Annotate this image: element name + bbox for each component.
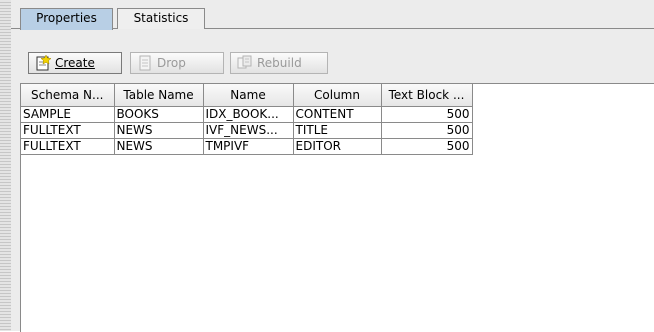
column-header-table-name[interactable]: Table Name <box>114 84 204 107</box>
create-button-label: Create <box>55 56 95 70</box>
table-row[interactable]: FULLTEXT NEWS TMPIVF EDITOR 500 <box>21 138 473 155</box>
drop-button-label: Drop <box>157 56 186 70</box>
cell-table-name: BOOKS <box>114 106 204 123</box>
cell-table-name: NEWS <box>114 122 204 139</box>
column-header-text-block[interactable]: Text Block ... <box>381 84 473 107</box>
create-icon <box>35 54 52 71</box>
drop-icon <box>137 55 153 71</box>
rebuild-button-label: Rebuild <box>257 56 302 70</box>
create-button[interactable]: Create <box>28 52 122 74</box>
cell-table-name: NEWS <box>114 138 204 155</box>
cell-name: IDX_BOOK... <box>203 106 294 123</box>
column-header-column[interactable]: Column <box>293 84 382 107</box>
drop-button[interactable]: Drop <box>130 52 224 74</box>
cell-text-block: 500 <box>381 138 473 155</box>
cell-column: TITLE <box>293 122 382 139</box>
cell-column: EDITOR <box>293 138 382 155</box>
cell-schema: SAMPLE <box>21 106 115 123</box>
column-header-name[interactable]: Name <box>203 84 294 107</box>
rebuild-button[interactable]: Rebuild <box>230 52 328 74</box>
column-header-schema[interactable]: Schema N... <box>21 84 115 107</box>
cell-name: IVF_NEWS... <box>203 122 294 139</box>
cell-column: CONTENT <box>293 106 382 123</box>
cell-schema: FULLTEXT <box>21 122 115 139</box>
tab-statistics[interactable]: Statistics <box>117 8 205 29</box>
rebuild-icon <box>237 55 253 71</box>
table-row[interactable]: FULLTEXT NEWS IVF_NEWS... TITLE 500 <box>21 122 473 139</box>
cell-text-block: 500 <box>381 106 473 123</box>
cell-text-block: 500 <box>381 122 473 139</box>
tab-properties[interactable]: Properties <box>20 8 113 30</box>
cell-name: TMPIVF <box>203 138 294 155</box>
indexes-table: Schema N... Table Name Name Column Text … <box>20 83 654 332</box>
cell-schema: FULLTEXT <box>21 138 115 155</box>
table-row[interactable]: SAMPLE BOOKS IDX_BOOK... CONTENT 500 <box>21 106 473 123</box>
